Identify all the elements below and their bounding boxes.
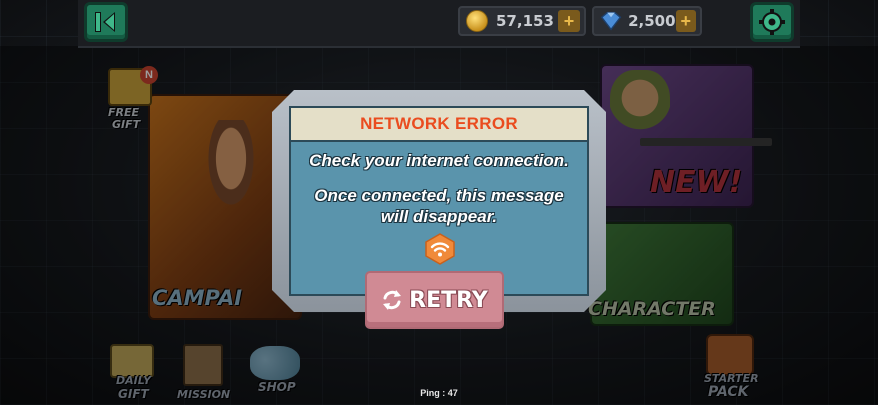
coin-counter[interactable]: 57,153 + [458, 6, 586, 36]
dialog-message-primary: Check your internet connection. [309, 151, 569, 170]
refresh-icon [383, 290, 402, 310]
dialog-header: NETWORK ERROR [291, 108, 587, 142]
back-arrow-icon [95, 12, 115, 32]
coin-amount: 57,153 [496, 12, 554, 30]
network-error-dialog: NETWORK ERROR Check your internet connec… [289, 106, 589, 296]
dialog-message-secondary-1: Once connected, this message [314, 186, 564, 205]
wifi-icon [425, 233, 455, 265]
top-bar: 57,153 + 2,500 + [78, 0, 800, 48]
retry-label: RETRY [409, 287, 488, 313]
dialog-title: NETWORK ERROR [360, 114, 518, 133]
coin-icon [466, 10, 488, 32]
gem-counter[interactable]: 2,500 + [592, 6, 702, 36]
ping-indicator: Ping : 47 [420, 388, 458, 398]
add-coins-button[interactable]: + [558, 10, 580, 32]
gear-icon [759, 9, 785, 35]
add-gems-button[interactable]: + [675, 10, 696, 32]
back-button[interactable] [84, 2, 128, 42]
dialog-message-secondary-2: will disappear. [380, 207, 498, 226]
game-screen: CAMPAI CHARACTER NEW! N FREE GIFT DAILY … [0, 0, 878, 405]
settings-button[interactable] [750, 2, 794, 42]
gem-amount: 2,500 [628, 12, 676, 30]
retry-button[interactable]: RETRY [365, 271, 504, 329]
diamond-icon [600, 11, 622, 31]
